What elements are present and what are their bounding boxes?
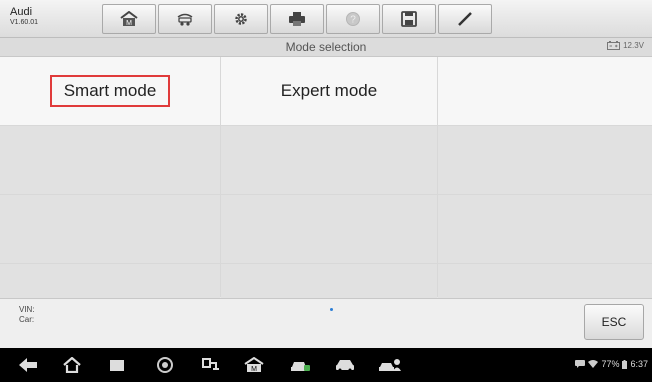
software-version: V1.60.01 bbox=[10, 19, 39, 26]
edit-icon bbox=[458, 12, 472, 26]
toolbar-buttons: M ? bbox=[102, 4, 494, 34]
empty-cell bbox=[0, 264, 220, 300]
expert-mode-cell[interactable]: Expert mode bbox=[221, 57, 437, 125]
vehicle-info: VIN: Car: bbox=[19, 305, 35, 325]
empty-cell bbox=[438, 264, 652, 300]
chrome-icon[interactable] bbox=[156, 357, 174, 373]
title-bar: Mode selection 12.3V bbox=[0, 38, 652, 57]
car-icon[interactable] bbox=[334, 357, 356, 373]
svg-text:M: M bbox=[126, 20, 132, 27]
svg-text:M: M bbox=[251, 366, 257, 373]
home-icon[interactable] bbox=[62, 357, 82, 373]
voltage-value: 12.3V bbox=[623, 41, 644, 50]
empty-cell bbox=[438, 195, 652, 263]
back-icon[interactable] bbox=[18, 357, 38, 373]
recent-apps-icon[interactable] bbox=[108, 357, 126, 373]
clock: 6:37 bbox=[630, 359, 648, 369]
empty-cell bbox=[0, 195, 220, 263]
empty-cell bbox=[221, 264, 437, 300]
top-toolbar: Audi V1.60.01 M ? bbox=[0, 0, 652, 38]
settings-icon bbox=[235, 13, 247, 25]
battery-percent: 77% bbox=[601, 359, 620, 369]
vehicle-voltage: 12.3V bbox=[607, 41, 644, 50]
page-title: Mode selection bbox=[285, 40, 367, 54]
expert-mode-label: Expert mode bbox=[280, 81, 378, 100]
brand-name: Audi bbox=[10, 6, 33, 18]
mode-grid: Smart mode Expert mode bbox=[0, 57, 652, 300]
car-diagnostic-icon[interactable] bbox=[290, 357, 312, 373]
home-icon: M bbox=[120, 11, 138, 27]
car-user-icon[interactable] bbox=[378, 357, 402, 373]
battery-icon bbox=[622, 359, 628, 369]
empty-cell bbox=[438, 126, 652, 194]
edit-button[interactable] bbox=[438, 4, 492, 34]
settings-button[interactable] bbox=[214, 4, 268, 34]
save-button[interactable] bbox=[382, 4, 436, 34]
footer-bar: VIN: Car: ESC bbox=[0, 298, 652, 348]
esc-button[interactable]: ESC bbox=[584, 304, 644, 340]
android-nav-bar: M 77% 6:37 bbox=[0, 348, 652, 382]
car-battery-icon bbox=[607, 41, 621, 50]
empty-cell bbox=[438, 57, 652, 125]
vehicle-brand: Audi V1.60.01 bbox=[10, 6, 38, 28]
smart-mode-label: Smart mode bbox=[49, 75, 171, 107]
vci-connection-icon[interactable] bbox=[200, 357, 222, 373]
maxidas-home-icon[interactable]: M bbox=[244, 357, 264, 373]
vehicle-lift-icon bbox=[177, 13, 193, 26]
smart-mode-cell[interactable]: Smart mode bbox=[0, 57, 220, 125]
print-icon bbox=[289, 12, 305, 26]
car-label: Car: bbox=[19, 315, 35, 324]
svg-text:?: ? bbox=[350, 15, 356, 26]
page-indicator-dot bbox=[330, 308, 333, 311]
print-button[interactable] bbox=[270, 4, 324, 34]
save-icon bbox=[401, 11, 417, 27]
help-button[interactable]: ? bbox=[326, 4, 380, 34]
system-status: 77% 6:37 bbox=[575, 359, 648, 369]
empty-cell bbox=[0, 126, 220, 194]
empty-cell bbox=[221, 126, 437, 194]
vin-label: VIN: bbox=[19, 305, 35, 314]
vehicle-lift-button[interactable] bbox=[158, 4, 212, 34]
wifi-icon bbox=[588, 360, 599, 368]
help-icon: ? bbox=[346, 12, 360, 26]
empty-cell bbox=[221, 195, 437, 263]
home-button[interactable]: M bbox=[102, 4, 156, 34]
chat-icon bbox=[575, 360, 586, 368]
